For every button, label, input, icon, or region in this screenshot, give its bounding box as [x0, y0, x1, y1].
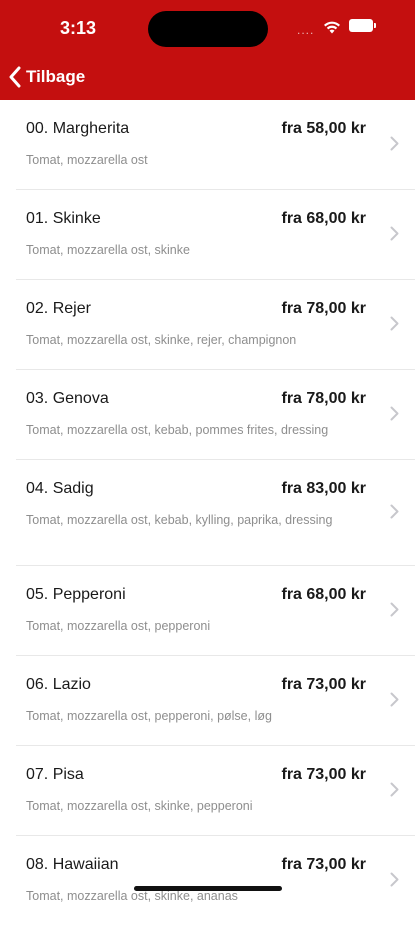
menu-item-row[interactable]: 00. Margherita fra 58,00 kr Tomat, mozza… [16, 100, 415, 190]
dynamic-island [148, 11, 268, 47]
chevron-right-icon [390, 872, 399, 887]
item-description: Tomat, mozzarella ost, kebab, pommes fri… [26, 423, 329, 437]
item-name: 01. Skinke [26, 210, 101, 227]
menu-item-row[interactable]: 02. Rejer fra 78,00 kr Tomat, mozzarella… [16, 280, 415, 370]
item-description: Tomat, mozzarella ost, skinke, pepperoni [26, 799, 253, 813]
item-price: fra 58,00 kr [281, 120, 366, 137]
home-indicator[interactable] [134, 886, 282, 891]
chevron-right-icon [390, 226, 399, 241]
item-description: Tomat, mozzarella ost [26, 153, 148, 167]
item-name: 03. Genova [26, 390, 109, 407]
item-price: fra 68,00 kr [281, 210, 366, 227]
item-price: fra 68,00 kr [281, 586, 366, 603]
item-price: fra 73,00 kr [281, 856, 366, 873]
item-price: fra 78,00 kr [281, 390, 366, 407]
item-name: 05. Pepperoni [26, 586, 126, 603]
item-price: fra 83,00 kr [281, 480, 366, 497]
battery-icon [349, 19, 373, 32]
signal-dots-icon: .... [297, 23, 315, 37]
item-description: Tomat, mozzarella ost, pepperoni [26, 619, 211, 633]
item-price: fra 73,00 kr [281, 676, 366, 693]
back-button[interactable]: Tilbage [8, 66, 85, 88]
chevron-right-icon [390, 692, 399, 707]
menu-item-row[interactable]: 08. Hawaiian fra 73,00 kr Tomat, mozzare… [16, 836, 415, 925]
chevron-right-icon [390, 406, 399, 421]
item-name: 00. Margherita [26, 120, 130, 137]
item-name: 07. Pisa [26, 766, 84, 783]
item-name: 06. Lazio [26, 676, 91, 693]
battery-tip-icon [374, 23, 376, 28]
menu-item-row[interactable]: 05. Pepperoni fra 68,00 kr Tomat, mozzar… [16, 566, 415, 656]
item-description: Tomat, mozzarella ost, pepperoni, pølse,… [26, 709, 272, 723]
navigation-header: 3:13 .... Tilbage [0, 0, 415, 100]
item-name: 08. Hawaiian [26, 856, 119, 873]
menu-item-row[interactable]: 03. Genova fra 78,00 kr Tomat, mozzarell… [16, 370, 415, 460]
chevron-right-icon [390, 504, 399, 519]
chevron-right-icon [390, 782, 399, 797]
back-label: Tilbage [26, 67, 86, 86]
pizza-menu-list: 00. Margherita fra 58,00 kr Tomat, mozza… [0, 100, 415, 925]
menu-item-row[interactable]: 06. Lazio fra 73,00 kr Tomat, mozzarella… [16, 656, 415, 746]
item-description: Tomat, mozzarella ost, skinke, rejer, ch… [26, 333, 297, 347]
chevron-right-icon [390, 136, 399, 151]
item-price: fra 73,00 kr [281, 766, 366, 783]
item-description: Tomat, mozzarella ost, skinke [26, 243, 190, 257]
item-name: 04. Sadig [26, 480, 94, 497]
status-time: 3:13 [60, 18, 97, 38]
menu-item-row[interactable]: 07. Pisa fra 73,00 kr Tomat, mozzarella … [16, 746, 415, 836]
chevron-right-icon [390, 602, 399, 617]
chevron-left-icon [9, 66, 21, 88]
wifi-icon [324, 21, 340, 34]
item-price: fra 78,00 kr [281, 300, 366, 317]
menu-item-row[interactable]: 04. Sadig fra 83,00 kr Tomat, mozzarella… [16, 460, 415, 566]
item-name: 02. Rejer [26, 300, 91, 317]
menu-item-row[interactable]: 01. Skinke fra 68,00 kr Tomat, mozzarell… [16, 190, 415, 280]
item-description: Tomat, mozzarella ost, kebab, kylling, p… [26, 513, 333, 527]
chevron-right-icon [390, 316, 399, 331]
